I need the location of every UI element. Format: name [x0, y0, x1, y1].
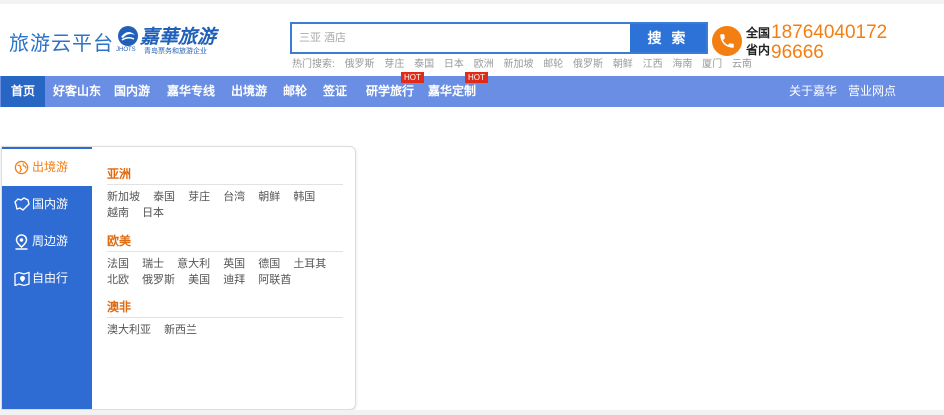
nav-item-branches[interactable]: 营业网点	[848, 76, 896, 107]
hot-search-item[interactable]: 泰国	[414, 59, 434, 70]
hot-search-item[interactable]: 欧洲	[474, 59, 494, 70]
category-label: 出境游	[32, 160, 69, 174]
region-europe-america: 欧美 法国 瑞士 意大利 英国 德国 土耳其 北欧 俄罗斯 美国 迪拜 阿联酋	[107, 230, 343, 288]
phone-numbers: 18764040172 96666	[771, 23, 887, 63]
nav-item-domestic[interactable]: 国内游	[114, 76, 150, 107]
phone-number-province: 96666	[771, 42, 824, 63]
destination-link[interactable]: 德国	[258, 256, 280, 272]
hot-search-item[interactable]: 江西	[643, 59, 663, 70]
nav-item-about[interactable]: 关于嘉华	[789, 76, 837, 107]
category-item-domestic[interactable]: 国内游	[2, 186, 92, 223]
region-asia: 亚洲 新加坡 泰国 芽庄 台湾 朝鲜 韩国 越南 日本	[107, 163, 343, 221]
destination-link[interactable]: 澳大利亚	[107, 322, 151, 338]
hot-search-item[interactable]: 新加坡	[503, 59, 533, 70]
category-menu: 出境游 国内游 周边游 自由行	[2, 147, 92, 409]
phone-label-national: 全国	[746, 26, 771, 40]
logo[interactable]: 嘉華旅游 青岛票务和旅游企业 JHOTS	[116, 24, 216, 56]
nav-item-jiahua-line[interactable]: 嘉华专线	[167, 76, 215, 107]
destination-link[interactable]: 韩国	[293, 189, 315, 205]
region-oceania-africa: 澳非 澳大利亚 新西兰	[107, 296, 343, 338]
destination-link[interactable]: 阿联酋	[258, 272, 291, 288]
hot-badge: HOT	[465, 72, 488, 83]
destination-link[interactable]: 芽庄	[188, 189, 210, 205]
location-pin-icon	[15, 234, 28, 250]
destination-link[interactable]: 越南	[107, 205, 129, 221]
category-label: 周边游	[32, 234, 69, 248]
map-outline-icon	[14, 197, 30, 211]
logo-script: 嘉華旅游	[140, 26, 217, 48]
nav-item-shandong[interactable]: 好客山东	[53, 76, 101, 107]
nav-item-cruise[interactable]: 邮轮	[283, 76, 307, 107]
destination-link[interactable]: 美国	[188, 272, 210, 288]
search-input[interactable]	[292, 24, 632, 52]
destination-link[interactable]: 意大利	[177, 256, 210, 272]
region-links: 新加坡 泰国 芽庄 台湾 朝鲜 韩国 越南 日本	[107, 185, 343, 221]
destination-link[interactable]: 英国	[223, 256, 245, 272]
destination-link[interactable]: 新加坡	[107, 189, 140, 205]
destination-link[interactable]: 迪拜	[223, 272, 245, 288]
destination-link[interactable]: 法国	[107, 256, 129, 272]
region-title[interactable]: 澳非	[107, 296, 343, 318]
header: 旅游云平台 嘉華旅游 青岛票务和旅游企业 JHOTS 搜 索 热门搜索: 俄罗斯…	[0, 4, 944, 76]
destination-link[interactable]: 瑞士	[142, 256, 164, 272]
phone-number-national: 18764040172	[771, 22, 888, 43]
hot-search-item[interactable]: 朝鲜	[613, 59, 633, 70]
phone-labels: 全国 省内	[746, 25, 770, 59]
map-pin-icon	[14, 271, 30, 286]
logo-sub: JHOTS	[116, 47, 136, 53]
destination-link[interactable]: 泰国	[153, 189, 175, 205]
globe-icon	[14, 160, 29, 175]
hot-search-item[interactable]: 俄罗斯	[573, 59, 603, 70]
region-title[interactable]: 亚洲	[107, 163, 343, 185]
destination-link[interactable]: 土耳其	[293, 256, 326, 272]
category-item-free-travel[interactable]: 自由行	[2, 260, 92, 297]
hot-search: 热门搜索: 俄罗斯 芽庄 泰国 日本 欧洲 新加坡 邮轮 俄罗斯 朝鲜 江西 海…	[292, 55, 759, 70]
main-nav: 首页 好客山东 国内游 嘉华专线 出境游 邮轮 签证 研学旅行 HOT 嘉华定制…	[0, 72, 944, 107]
phone-icon	[712, 26, 742, 56]
destination-link[interactable]: 俄罗斯	[142, 272, 175, 288]
platform-title[interactable]: 旅游云平台	[9, 27, 114, 56]
nav-item-visa[interactable]: 签证	[323, 76, 347, 107]
hot-search-item[interactable]: 俄罗斯	[345, 59, 375, 70]
category-item-outbound[interactable]: 出境游	[2, 149, 92, 186]
region-links: 法国 瑞士 意大利 英国 德国 土耳其 北欧 俄罗斯 美国 迪拜 阿联酋	[107, 252, 343, 288]
destination-link[interactable]: 新西兰	[164, 322, 197, 338]
search-button[interactable]: 搜 索	[630, 24, 706, 52]
category-label: 国内游	[32, 197, 69, 211]
region-links: 澳大利亚 新西兰	[107, 318, 343, 338]
search-box: 搜 索	[290, 22, 708, 54]
category-label: 自由行	[32, 271, 69, 285]
category-item-nearby[interactable]: 周边游	[2, 223, 92, 260]
destination-link[interactable]: 台湾	[223, 189, 245, 205]
logo-mark-icon	[118, 26, 138, 46]
hot-search-item[interactable]: 日本	[444, 59, 464, 70]
destination-panel: 出境游 国内游 周边游 自由行 亚洲 新加坡 泰国 芽庄 台湾 朝鲜 韩国 越南…	[1, 146, 356, 410]
hot-search-item[interactable]: 海南	[672, 59, 692, 70]
destination-link[interactable]: 朝鲜	[258, 189, 280, 205]
destination-link[interactable]: 北欧	[107, 272, 129, 288]
logo-tagline: 青岛票务和旅游企业	[144, 48, 207, 55]
phone-label-province: 省内	[746, 43, 771, 57]
destination-link[interactable]: 日本	[142, 205, 164, 221]
hot-search-item[interactable]: 邮轮	[543, 59, 563, 70]
hot-search-item[interactable]: 厦门	[702, 59, 722, 70]
hot-badge: HOT	[401, 72, 424, 83]
nav-item-outbound[interactable]: 出境游	[231, 76, 267, 107]
hot-search-item[interactable]: 芽庄	[384, 59, 404, 70]
hot-search-label: 热门搜索:	[292, 59, 335, 70]
bottom-strip	[0, 410, 944, 415]
region-title[interactable]: 欧美	[107, 230, 343, 252]
hot-search-item[interactable]: 云南	[732, 59, 752, 70]
nav-item-home[interactable]: 首页	[1, 76, 46, 107]
